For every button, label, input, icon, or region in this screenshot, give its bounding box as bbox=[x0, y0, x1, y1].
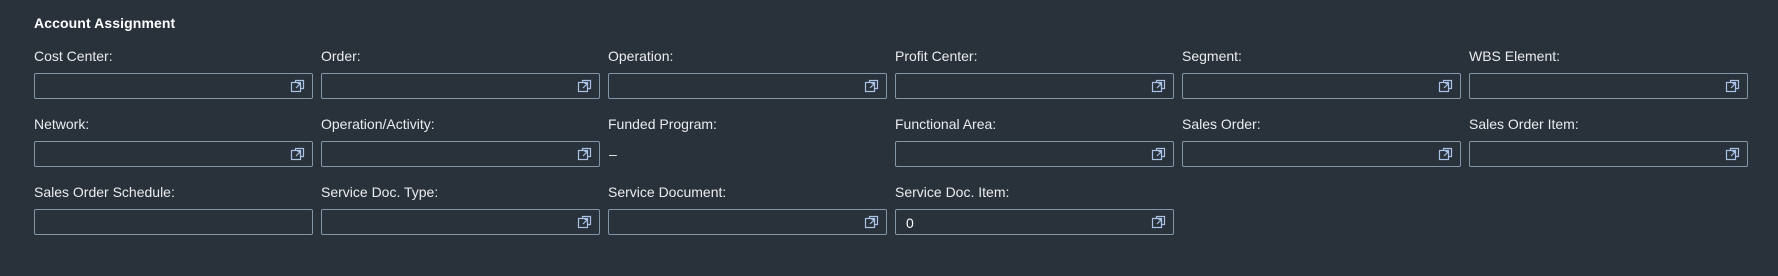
value-help-icon[interactable] bbox=[864, 214, 880, 230]
value-help-icon[interactable] bbox=[290, 146, 306, 162]
operation-input[interactable] bbox=[608, 73, 887, 99]
sales-order-label: Sales Order: bbox=[1182, 116, 1261, 132]
cost-center-input[interactable] bbox=[34, 73, 313, 99]
field-funded-program: Funded Program: – bbox=[608, 115, 887, 175]
value-help-icon[interactable] bbox=[577, 78, 593, 94]
field-service-doc-type: Service Doc. Type: bbox=[321, 183, 600, 243]
field-operation-activity: Operation/Activity: bbox=[321, 115, 600, 175]
service-doc-item-input-value: 0 bbox=[906, 215, 914, 231]
field-service-doc-item: Service Doc. Item: 0 bbox=[895, 183, 1174, 243]
service-document-label: Service Document: bbox=[608, 184, 727, 200]
value-help-icon[interactable] bbox=[1725, 78, 1741, 94]
field-profit-center: Profit Center: bbox=[895, 47, 1174, 107]
field-service-document: Service Document: bbox=[608, 183, 887, 243]
sales-order-schedule-label: Sales Order Schedule: bbox=[34, 184, 175, 200]
account-assignment-form: Cost Center: Order: Operation: Profit Cente… bbox=[34, 47, 1748, 243]
value-help-icon[interactable] bbox=[1438, 78, 1454, 94]
segment-label: Segment: bbox=[1182, 48, 1242, 64]
service-document-input[interactable] bbox=[608, 209, 887, 235]
field-segment: Segment: bbox=[1182, 47, 1461, 107]
order-label: Order: bbox=[321, 48, 361, 64]
funded-program-value: – bbox=[609, 146, 617, 162]
field-wbs-element: WBS Element: bbox=[1469, 47, 1748, 107]
value-help-icon[interactable] bbox=[1725, 146, 1741, 162]
wbs-element-input[interactable] bbox=[1469, 73, 1748, 99]
field-sales-order-item: Sales Order Item: bbox=[1469, 115, 1748, 175]
operation-label: Operation: bbox=[608, 48, 674, 64]
field-operation: Operation: bbox=[608, 47, 887, 107]
field-sales-order-schedule: Sales Order Schedule: bbox=[34, 183, 313, 243]
sales-order-schedule-input[interactable] bbox=[34, 209, 313, 235]
service-doc-type-input[interactable] bbox=[321, 209, 600, 235]
order-input[interactable] bbox=[321, 73, 600, 99]
value-help-icon[interactable] bbox=[577, 214, 593, 230]
segment-input[interactable] bbox=[1182, 73, 1461, 99]
service-doc-item-input[interactable]: 0 bbox=[895, 209, 1174, 235]
operation-activity-input[interactable] bbox=[321, 141, 600, 167]
field-cost-center: Cost Center: bbox=[34, 47, 313, 107]
field-sales-order: Sales Order: bbox=[1182, 115, 1461, 175]
funded-program-label: Funded Program: bbox=[608, 116, 717, 132]
profit-center-label: Profit Center: bbox=[895, 48, 978, 64]
cost-center-label: Cost Center: bbox=[34, 48, 113, 64]
functional-area-label: Functional Area: bbox=[895, 116, 997, 132]
value-help-icon[interactable] bbox=[1151, 146, 1167, 162]
section-title: Account Assignment bbox=[34, 15, 176, 31]
profit-center-input[interactable] bbox=[895, 73, 1174, 99]
sales-order-item-input[interactable] bbox=[1469, 141, 1748, 167]
functional-area-input[interactable] bbox=[895, 141, 1174, 167]
value-help-icon[interactable] bbox=[290, 78, 306, 94]
value-help-icon[interactable] bbox=[864, 78, 880, 94]
field-network: Network: bbox=[34, 115, 313, 175]
value-help-icon[interactable] bbox=[1438, 146, 1454, 162]
field-functional-area: Functional Area: bbox=[895, 115, 1174, 175]
sales-order-input[interactable] bbox=[1182, 141, 1461, 167]
value-help-icon[interactable] bbox=[577, 146, 593, 162]
service-doc-type-label: Service Doc. Type: bbox=[321, 184, 439, 200]
sales-order-item-label: Sales Order Item: bbox=[1469, 116, 1579, 132]
network-input[interactable] bbox=[34, 141, 313, 167]
value-help-icon[interactable] bbox=[1151, 78, 1167, 94]
wbs-element-label: WBS Element: bbox=[1469, 48, 1561, 64]
field-order: Order: bbox=[321, 47, 600, 107]
value-help-icon[interactable] bbox=[1151, 214, 1167, 230]
operation-activity-label: Operation/Activity: bbox=[321, 116, 435, 132]
network-label: Network: bbox=[34, 116, 90, 132]
service-doc-item-label: Service Doc. Item: bbox=[895, 184, 1010, 200]
